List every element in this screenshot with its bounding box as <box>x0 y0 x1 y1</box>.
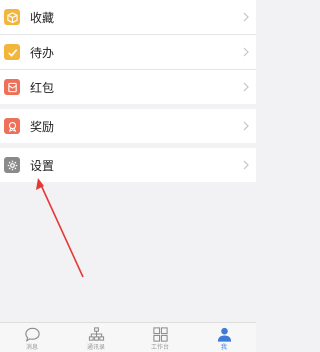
chevron-right-icon <box>243 82 249 92</box>
box-icon <box>4 9 20 25</box>
menu-item-label: 收藏 <box>30 10 55 25</box>
checkmark-icon <box>4 44 20 60</box>
menu-item-rewards[interactable]: 奖励 <box>0 109 256 143</box>
menu-item-favorites[interactable]: 收藏 <box>0 0 256 35</box>
menu-item-todo[interactable]: 待办 <box>0 35 256 70</box>
tab-messages[interactable]: 消息 <box>0 323 64 352</box>
grid-icon <box>152 327 168 342</box>
tab-contacts[interactable]: 通讯录 <box>64 323 128 352</box>
menu-group-2: 奖励 <box>0 109 256 143</box>
chevron-right-icon <box>243 121 249 131</box>
tab-workbench[interactable]: 工作台 <box>128 323 192 352</box>
menu-item-red-envelope[interactable]: 红包 <box>0 70 256 104</box>
menu-item-label: 设置 <box>30 158 55 173</box>
menu-item-label: 奖励 <box>30 119 55 134</box>
red-envelope-icon <box>4 79 20 95</box>
tab-label: 我 <box>220 344 227 351</box>
award-icon <box>4 118 20 134</box>
tab-label: 工作台 <box>150 344 169 351</box>
person-icon <box>217 327 231 342</box>
chevron-right-icon <box>243 47 249 57</box>
org-chart-icon <box>88 327 104 341</box>
gear-icon <box>4 157 20 173</box>
menu-item-label: 待办 <box>30 45 55 60</box>
menu-item-settings[interactable]: 设置 <box>0 148 256 182</box>
chat-bubble-icon <box>24 327 40 342</box>
chevron-right-icon <box>243 12 249 22</box>
tab-label: 消息 <box>25 344 38 351</box>
chevron-right-icon <box>243 160 249 170</box>
menu-group-3: 设置 <box>0 148 256 182</box>
tab-label: 通讯录 <box>86 344 105 351</box>
bottom-tab-bar: 消息 通讯录 工作台 我 <box>0 322 256 352</box>
menu-group-1: 收藏 待办 红包 <box>0 0 256 104</box>
tab-me[interactable]: 我 <box>192 323 256 352</box>
menu-item-label: 红包 <box>30 80 55 95</box>
